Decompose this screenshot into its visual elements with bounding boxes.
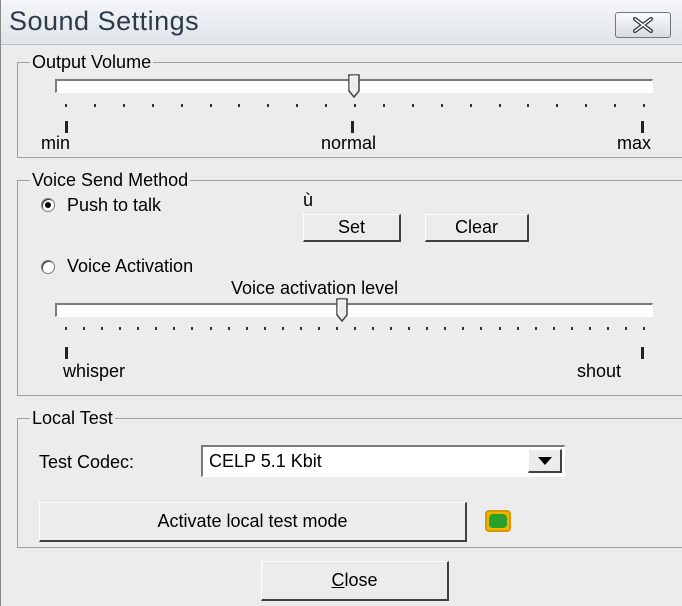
- close-button-label: Close: [331, 570, 378, 590]
- slider-tick: [93, 104, 96, 107]
- close-icon: [633, 17, 653, 33]
- activation-level-slider-thumb[interactable]: [336, 298, 349, 322]
- slider-tick: [614, 104, 617, 107]
- slider-tick: [372, 327, 375, 330]
- status-led-icon: [489, 514, 507, 528]
- slider-tick: [606, 327, 609, 330]
- slider-tick: [556, 104, 559, 107]
- slider-tick: [444, 327, 447, 330]
- set-hotkey-button[interactable]: Set: [303, 214, 401, 242]
- slider-tick: [65, 327, 67, 330]
- shout-label: shout: [577, 361, 622, 381]
- slider-tick: [245, 327, 248, 330]
- slider-tick: [119, 327, 122, 330]
- whisper-label: whisper: [63, 361, 126, 381]
- slider-tick: [527, 104, 530, 107]
- output-volume-slider-thumb[interactable]: [348, 74, 360, 98]
- slider-tick: [137, 327, 140, 330]
- chevron-down-icon: [537, 456, 552, 465]
- slider-tick: [354, 327, 356, 330]
- test-status-indicator: [485, 510, 511, 532]
- voice-activation-label[interactable]: Voice Activation: [67, 256, 193, 276]
- slider-tick: [643, 104, 645, 107]
- test-codec-label: Test Codec:: [39, 452, 135, 472]
- slider-tick: [390, 327, 393, 330]
- test-codec-value: CELP 5.1 Kbit: [209, 451, 322, 471]
- slider-tick: [83, 327, 86, 330]
- hotkey-value: ù: [303, 190, 314, 210]
- slider-tick: [585, 104, 588, 107]
- activation-level-title: Voice activation level: [231, 278, 399, 298]
- output-volume-legend: Output Volume: [30, 52, 154, 72]
- whisper-major-tick: [65, 347, 68, 359]
- slider-tick: [643, 327, 645, 330]
- activation-level-slider-track[interactable]: [55, 303, 653, 317]
- slider-tick: [180, 104, 183, 107]
- slider-tick: [281, 327, 284, 330]
- slider-tick: [498, 327, 501, 330]
- slider-tick: [411, 104, 414, 107]
- push-to-talk-radio[interactable]: [41, 198, 55, 212]
- window-title: Sound Settings: [9, 6, 200, 36]
- slider-tick: [155, 327, 158, 330]
- slider-tick: [317, 327, 320, 330]
- slider-tick: [191, 327, 194, 330]
- normal-major-tick: [351, 121, 354, 133]
- max-major-tick: [641, 121, 644, 133]
- slider-tick: [480, 327, 483, 330]
- slider-tick: [624, 327, 627, 330]
- shout-major-tick: [641, 347, 644, 359]
- slider-tick: [267, 104, 270, 107]
- slider-tick: [122, 104, 125, 107]
- slider-tick: [440, 104, 443, 107]
- test-codec-dropdown-button[interactable]: [528, 449, 562, 473]
- voice-activation-radio[interactable]: [41, 260, 55, 274]
- slider-tick: [382, 104, 385, 107]
- activate-local-test-button[interactable]: Activate local test mode: [39, 502, 467, 542]
- slider-tick: [498, 104, 501, 107]
- slider-tick: [227, 327, 230, 330]
- voice-send-legend: Voice Send Method: [30, 170, 191, 190]
- slider-tick: [263, 327, 266, 330]
- slider-tick: [65, 104, 67, 107]
- push-to-talk-label[interactable]: Push to talk: [67, 195, 161, 215]
- slider-tick: [296, 104, 299, 107]
- slider-tick: [408, 327, 411, 330]
- min-major-tick: [65, 121, 68, 133]
- slider-tick: [426, 327, 429, 330]
- slider-tick: [534, 327, 537, 330]
- slider-tick: [299, 327, 302, 330]
- slider-tick: [151, 104, 154, 107]
- slider-tick: [335, 327, 338, 330]
- slider-tick: [462, 327, 465, 330]
- slider-tick: [173, 327, 176, 330]
- normal-label: normal: [321, 133, 377, 153]
- slider-tick: [516, 327, 519, 330]
- close-button[interactable]: Close: [261, 561, 449, 601]
- slider-tick: [101, 327, 104, 330]
- slider-tick: [354, 104, 356, 107]
- slider-tick: [469, 104, 472, 107]
- local-test-legend: Local Test: [30, 408, 115, 428]
- window-close-button[interactable]: [615, 12, 671, 38]
- sound-settings-window: Sound Settings Output Volume min normal …: [0, 0, 682, 606]
- max-label: max: [617, 133, 652, 153]
- push-to-talk-radio-dot: [45, 202, 51, 208]
- min-label: min: [41, 133, 71, 153]
- slider-tick: [238, 104, 241, 107]
- clear-hotkey-button[interactable]: Clear: [425, 214, 529, 242]
- slider-tick: [209, 327, 212, 330]
- slider-tick: [552, 327, 555, 330]
- slider-tick: [588, 327, 591, 330]
- test-codec-select[interactable]: CELP 5.1 Kbit: [201, 445, 565, 477]
- slider-tick: [209, 104, 212, 107]
- slider-tick: [570, 327, 573, 330]
- slider-tick: [325, 104, 328, 107]
- title-bar: Sound Settings: [1, 0, 682, 45]
